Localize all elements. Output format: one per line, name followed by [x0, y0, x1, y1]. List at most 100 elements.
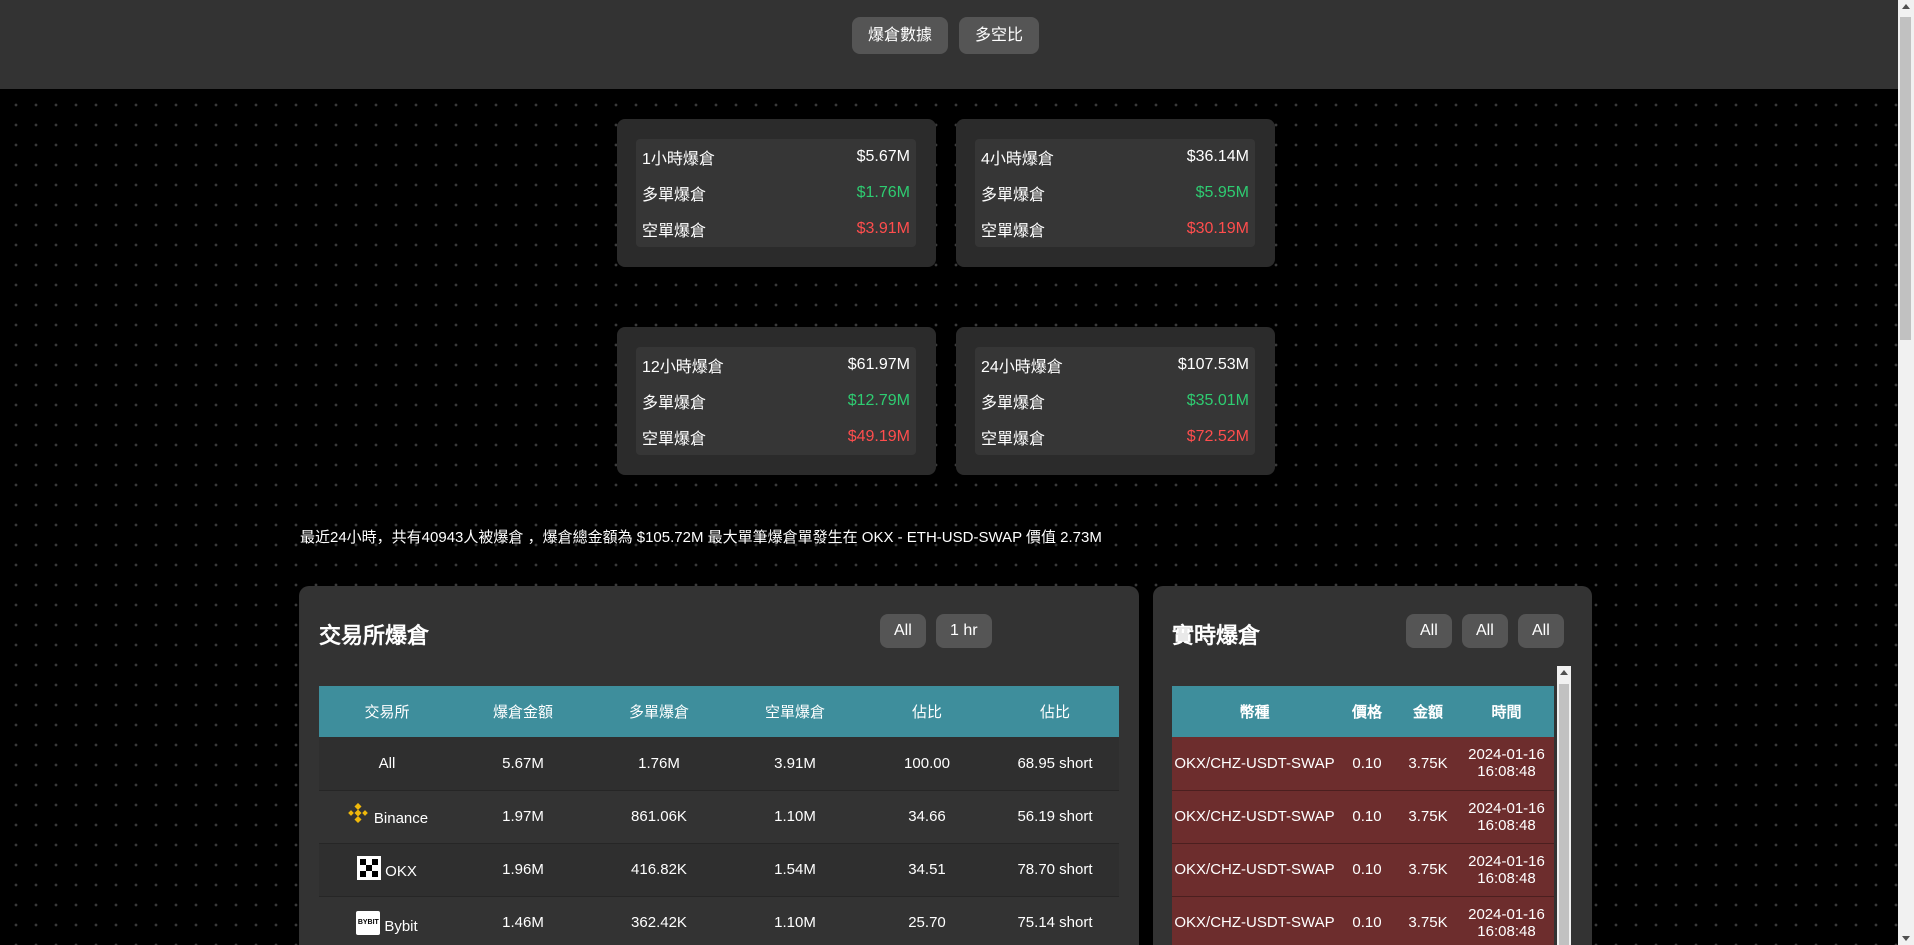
card-label: 多單爆倉 [642, 395, 707, 412]
card-row-long: 多單爆倉 $35.01M [975, 383, 1255, 419]
page-scrollbar[interactable] [1898, 0, 1914, 945]
short-cell: 3.91M [727, 737, 863, 791]
price-cell: 0.10 [1337, 896, 1397, 945]
col-ratio[interactable]: 佔比 [991, 686, 1119, 737]
timeframe-filter-button[interactable]: 1 hr [936, 614, 992, 648]
binance-logo-icon [346, 802, 370, 827]
price-cell: 0.10 [1337, 790, 1397, 844]
okx-logo-icon [357, 855, 382, 880]
exchange-name: Binance [373, 809, 429, 827]
col-amount[interactable]: 爆倉金額 [455, 686, 591, 737]
long-cell: 362.42K [591, 896, 727, 945]
scrollbar-thumb[interactable] [1559, 684, 1569, 945]
ratio-cell: 68.95 short [991, 737, 1119, 791]
table-row: OKX 1.96M 416.82K 1.54M 34.51 78.70 shor… [319, 843, 1119, 897]
time-cell: 2024-01-16 16:08:48 [1459, 737, 1554, 791]
amount-cell: 3.75K [1397, 737, 1459, 791]
exchange-name: All [378, 754, 396, 772]
exchange-liquidation-table: 交易所 爆倉金額 多單爆倉 空單爆倉 佔比 佔比 All 5.67M 1.76M… [319, 686, 1119, 945]
exchange-filter-button[interactable]: All [880, 614, 926, 648]
scrollbar-thumb[interactable] [1900, 17, 1911, 340]
amount-cell: 1.96M [455, 843, 591, 897]
share-cell: 34.51 [863, 843, 991, 897]
table-row: OKX/CHZ-USDT-SWAP 0.10 3.75K 2024-01-16 … [1172, 843, 1554, 897]
amount-cell: 3.75K [1397, 843, 1459, 897]
ratio-cell: 75.14 short [991, 896, 1119, 945]
panel-title: 交易所爆倉 [319, 623, 430, 648]
amount-cell: 1.46M [455, 896, 591, 945]
card-label: 空單爆倉 [981, 223, 1046, 240]
short-cell: 1.10M [727, 896, 863, 945]
exchange-cell: BYBIT Bybit [319, 896, 455, 945]
table-row: Binance 1.97M 861.06K 1.10M 34.66 56.19 … [319, 790, 1119, 844]
scroll-up-arrow-icon[interactable] [1560, 670, 1568, 675]
realtime-liquidation-table: 幣種 價格 金額 時間 OKX/CHZ-USDT-SWAP 0.10 3.75K… [1172, 686, 1554, 945]
table-row: OKX/CHZ-USDT-SWAP 0.10 3.75K 2024-01-16 … [1172, 737, 1554, 791]
amount-cell: 5.67M [455, 737, 591, 791]
symbol-cell: OKX/CHZ-USDT-SWAP [1172, 737, 1337, 791]
stat-card-1h: 1小時爆倉 $5.67M 多單爆倉 $1.76M 空單爆倉 $3.91M [617, 119, 936, 267]
col-short[interactable]: 空單爆倉 [727, 686, 863, 737]
card-label: 多單爆倉 [642, 187, 707, 204]
symbol-cell: OKX/CHZ-USDT-SWAP [1172, 896, 1337, 945]
liquidation-data-button[interactable]: 爆倉數據 [852, 17, 949, 54]
symbol-cell: OKX/CHZ-USDT-SWAP [1172, 843, 1337, 897]
side-filter-button[interactable]: All [1518, 614, 1564, 648]
col-amount[interactable]: 金額 [1397, 686, 1459, 737]
card-row-short: 空單爆倉 $30.19M [975, 211, 1255, 247]
card-value: $36.14M [1186, 148, 1249, 165]
col-long[interactable]: 多單爆倉 [591, 686, 727, 737]
symbol-filter-button[interactable]: All [1462, 614, 1508, 648]
exchange-cell: OKX [319, 843, 455, 897]
card-label: 1小時爆倉 [642, 151, 715, 168]
card-row-total: 12小時爆倉 $61.97M [636, 347, 916, 383]
realtime-table-scrollbar[interactable] [1557, 666, 1571, 945]
col-share[interactable]: 佔比 [863, 686, 991, 737]
liquidation-summary-text: 最近24小時，共有40943人被爆倉 ，爆倉總金額為 $105.72M 最大單筆… [300, 529, 1102, 546]
card-row-total: 1小時爆倉 $5.67M [636, 139, 916, 175]
card-row-total: 24小時爆倉 $107.53M [975, 347, 1255, 383]
card-label: 空單爆倉 [981, 431, 1046, 448]
table-row: BYBIT Bybit 1.46M 362.42K 1.10M 25.70 75… [319, 896, 1119, 945]
ratio-cell: 56.19 short [991, 790, 1119, 844]
col-price[interactable]: 價格 [1337, 686, 1397, 737]
symbol-cell: OKX/CHZ-USDT-SWAP [1172, 790, 1337, 844]
card-row-short: 空單爆倉 $3.91M [636, 211, 916, 247]
exchange-filter-button[interactable]: All [1406, 614, 1452, 648]
card-value: $5.95M [1195, 184, 1249, 201]
exchange-name: Bybit [384, 917, 418, 935]
card-value: $5.67M [856, 148, 910, 165]
time-cell: 2024-01-16 16:08:48 [1459, 896, 1554, 945]
amount-cell: 3.75K [1397, 790, 1459, 844]
col-exchange[interactable]: 交易所 [319, 686, 455, 737]
card-label: 多單爆倉 [981, 395, 1046, 412]
col-time[interactable]: 時間 [1459, 686, 1554, 737]
col-symbol[interactable]: 幣種 [1172, 686, 1337, 737]
card-row-long: 多單爆倉 $1.76M [636, 175, 916, 211]
scroll-up-arrow-icon[interactable] [1902, 4, 1910, 9]
card-label: 4小時爆倉 [981, 151, 1054, 168]
exchange-cell: All [319, 737, 455, 791]
card-value: $49.19M [847, 428, 910, 445]
table-row: OKX/CHZ-USDT-SWAP 0.10 3.75K 2024-01-16 … [1172, 896, 1554, 945]
table-row: All 5.67M 1.76M 3.91M 100.00 68.95 short [319, 737, 1119, 791]
short-cell: 1.10M [727, 790, 863, 844]
ratio-cell: 78.70 short [991, 843, 1119, 897]
card-value: $35.01M [1186, 392, 1249, 409]
bybit-logo-icon: BYBIT [356, 910, 381, 935]
price-cell: 0.10 [1337, 737, 1397, 791]
table-row: OKX/CHZ-USDT-SWAP 0.10 3.75K 2024-01-16 … [1172, 790, 1554, 844]
long-short-ratio-button[interactable]: 多空比 [959, 17, 1040, 54]
scroll-down-arrow-icon[interactable] [1902, 936, 1910, 941]
card-value: $107.53M [1177, 356, 1249, 373]
card-value: $3.91M [856, 220, 910, 237]
card-label: 空單爆倉 [642, 223, 707, 240]
card-value: $61.97M [847, 356, 910, 373]
time-cell: 2024-01-16 16:08:48 [1459, 790, 1554, 844]
card-label: 多單爆倉 [981, 187, 1046, 204]
exchange-name: OKX [385, 862, 417, 880]
panel-title: 實時爆倉 [1172, 623, 1261, 648]
stat-card-12h: 12小時爆倉 $61.97M 多單爆倉 $12.79M 空單爆倉 $49.19M [617, 327, 936, 475]
stat-card-4h: 4小時爆倉 $36.14M 多單爆倉 $5.95M 空單爆倉 $30.19M [956, 119, 1275, 267]
stat-card-24h: 24小時爆倉 $107.53M 多單爆倉 $35.01M 空單爆倉 $72.52M [956, 327, 1275, 475]
